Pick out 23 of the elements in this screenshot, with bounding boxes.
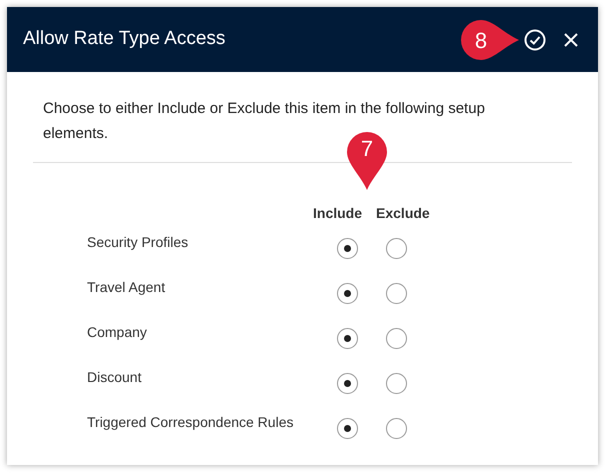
check-circle-icon [524, 28, 546, 50]
column-header: Include [313, 204, 362, 223]
row-label: Travel Agent [87, 278, 166, 297]
row-label: Discount [87, 368, 142, 387]
close-icon [564, 32, 578, 46]
row-label: Company [87, 323, 148, 342]
radio-button[interactable] [336, 283, 358, 304]
dialog-title: Allow Rate Type Access [23, 28, 226, 50]
radio-button[interactable] [336, 328, 358, 349]
radio-button[interactable] [336, 373, 358, 394]
row-label: Security Profiles [87, 233, 190, 252]
radio-button[interactable] [386, 373, 407, 394]
radio-button[interactable] [336, 418, 358, 439]
confirm-button[interactable] [522, 26, 548, 52]
radio-button[interactable] [386, 328, 407, 349]
callout-marker: 7 [345, 130, 389, 190]
radio-button[interactable] [386, 418, 407, 439]
radio-button[interactable] [386, 238, 407, 259]
radio-button[interactable] [386, 283, 407, 304]
row-label: Triggered Correspondence Rules [87, 413, 294, 432]
radio-button[interactable] [336, 238, 358, 259]
callout-marker: 8 [459, 18, 519, 62]
column-header: Exclude [376, 204, 430, 223]
